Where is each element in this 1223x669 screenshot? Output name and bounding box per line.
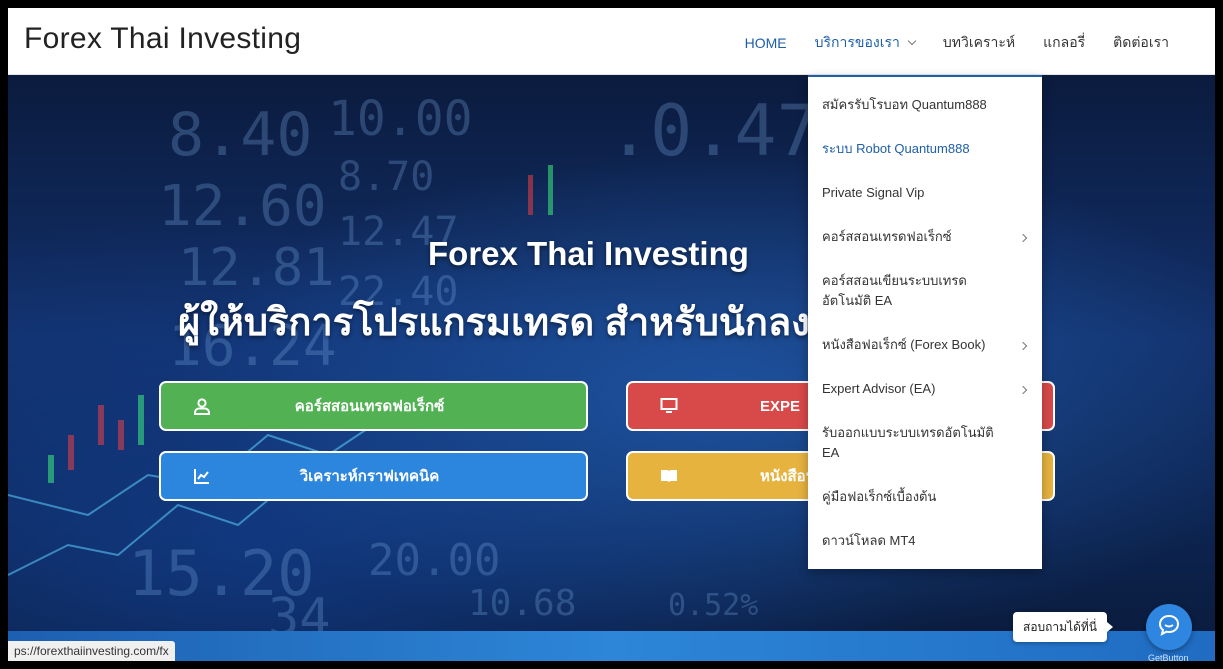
monitor-icon: [658, 395, 680, 417]
dropdown-item-label: คู่มือฟอเร็กซ์เบื้องต้น: [822, 489, 937, 504]
status-bar-url: ps://forexthaiinvesting.com/fx: [8, 641, 175, 661]
hero-subtitle: ผู้ให้บริการโปรแกรมเทรด สำหรับนักลงทุ: [178, 302, 835, 344]
chat-tooltip[interactable]: สอบถามได้ที่นี่: [1013, 612, 1114, 642]
dropdown-item-ea-course[interactable]: คอร์สสอนเขียนระบบเทรดอัตโนมัติ EA: [808, 259, 1042, 323]
chart-line-icon: [191, 465, 213, 487]
svg-text:20.00: 20.00: [368, 535, 500, 586]
svg-text:12.60: 12.60: [158, 174, 327, 239]
nav-item-contact[interactable]: ติดต่อเรา: [1099, 32, 1183, 54]
svg-text:8.70: 8.70: [338, 154, 434, 200]
chevron-down-icon: [907, 36, 917, 46]
site-header: Forex Thai Investing HOME บริการของเรา บ…: [8, 8, 1215, 75]
svg-text:10.68: 10.68: [468, 583, 576, 624]
dropdown-item-forex-book[interactable]: หนังสือฟอเร็กซ์ (Forex Book): [808, 323, 1042, 367]
svg-text:10.00: 10.00: [328, 91, 473, 147]
nav-item-label: บทวิเคราะห์: [942, 34, 1016, 50]
dropdown-item-subscribe-robot[interactable]: สมัครรับโรบอท Quantum888: [808, 83, 1042, 127]
svg-text:12.81: 12.81: [178, 238, 335, 298]
dropdown-item-label: Private Signal Vip: [822, 185, 925, 200]
dropdown-item-label: ดาวน์โหลด MT4: [822, 533, 916, 548]
technical-analysis-button[interactable]: วิเคราะห์กราฟเทคนิค: [159, 451, 588, 501]
browser-viewport: Forex Thai Investing HOME บริการของเรา บ…: [8, 8, 1215, 661]
site-title[interactable]: Forex Thai Investing: [24, 22, 301, 56]
dropdown-item-label: คอร์สสอนเทรดฟอเร็กซ์: [822, 229, 952, 244]
nav-item-services[interactable]: บริการของเรา: [801, 32, 929, 54]
chevron-right-icon: [1018, 341, 1028, 351]
dropdown-item-label: คอร์สสอนเขียนระบบเทรดอัตโนมัติ EA: [822, 273, 967, 308]
dropdown-item-forex-course[interactable]: คอร์สสอนเทรดฟอเร็กซ์: [808, 215, 1042, 259]
nav-item-home[interactable]: HOME: [731, 32, 801, 54]
button-label: คอร์สสอนเทรดฟอเร็กซ์: [294, 398, 445, 415]
user-icon: [191, 395, 213, 417]
dropdown-item-label: ระบบ Robot Quantum888: [822, 141, 970, 156]
course-forex-button[interactable]: คอร์สสอนเทรดฟอเร็กซ์: [159, 381, 588, 431]
svg-text:0.52%: 0.52%: [668, 588, 758, 623]
dropdown-item-private-signal[interactable]: Private Signal Vip: [808, 171, 1042, 215]
getbutton-brand[interactable]: GetButton: [1148, 653, 1189, 661]
chat-bubble-icon: [1157, 613, 1181, 642]
nav-item-label: ติดต่อเรา: [1113, 34, 1169, 50]
dropdown-item-forex-guide[interactable]: คู่มือฟอเร็กซ์เบื้องต้น: [808, 475, 1042, 519]
chevron-right-icon: [1018, 233, 1028, 243]
nav-item-label: HOME: [744, 35, 787, 51]
nav-item-label: บริการของเรา: [814, 34, 900, 50]
chat-button[interactable]: [1146, 604, 1192, 650]
chevron-right-icon: [1018, 385, 1028, 395]
hero-title: Forex Thai Investing: [428, 235, 749, 272]
nav-item-analysis[interactable]: บทวิเคราะห์: [929, 32, 1029, 54]
services-dropdown-menu: สมัครรับโรบอท Quantum888 ระบบ Robot Quan…: [808, 75, 1042, 569]
dropdown-item-download-mt4[interactable]: ดาวน์โหลด MT4: [808, 519, 1042, 563]
dropdown-item-label: หนังสือฟอเร็กซ์ (Forex Book): [822, 337, 986, 352]
book-icon: [658, 465, 680, 487]
button-label: วิเคราะห์กราฟเทคนิค: [299, 468, 440, 485]
svg-text:8.40: 8.40: [168, 100, 313, 170]
dropdown-item-label: รับออกแบบระบบเทรดอัตโนมัติ EA: [822, 425, 994, 460]
main-nav: HOME บริการของเรา บทวิเคราะห์ แกลอรี่ ติ…: [731, 32, 1183, 54]
nav-item-label: แกลอรี่: [1043, 34, 1086, 50]
nav-item-gallery[interactable]: แกลอรี่: [1029, 32, 1099, 54]
dropdown-item-ea-design[interactable]: รับออกแบบระบบเทรดอัตโนมัติ EA: [808, 411, 1042, 475]
dropdown-item-label: สมัครรับโรบอท Quantum888: [822, 97, 987, 112]
dropdown-item-expert-advisor[interactable]: Expert Advisor (EA): [808, 367, 1042, 411]
dropdown-item-robot-system[interactable]: ระบบ Robot Quantum888: [808, 127, 1042, 171]
dropdown-item-label: Expert Advisor (EA): [822, 381, 936, 396]
